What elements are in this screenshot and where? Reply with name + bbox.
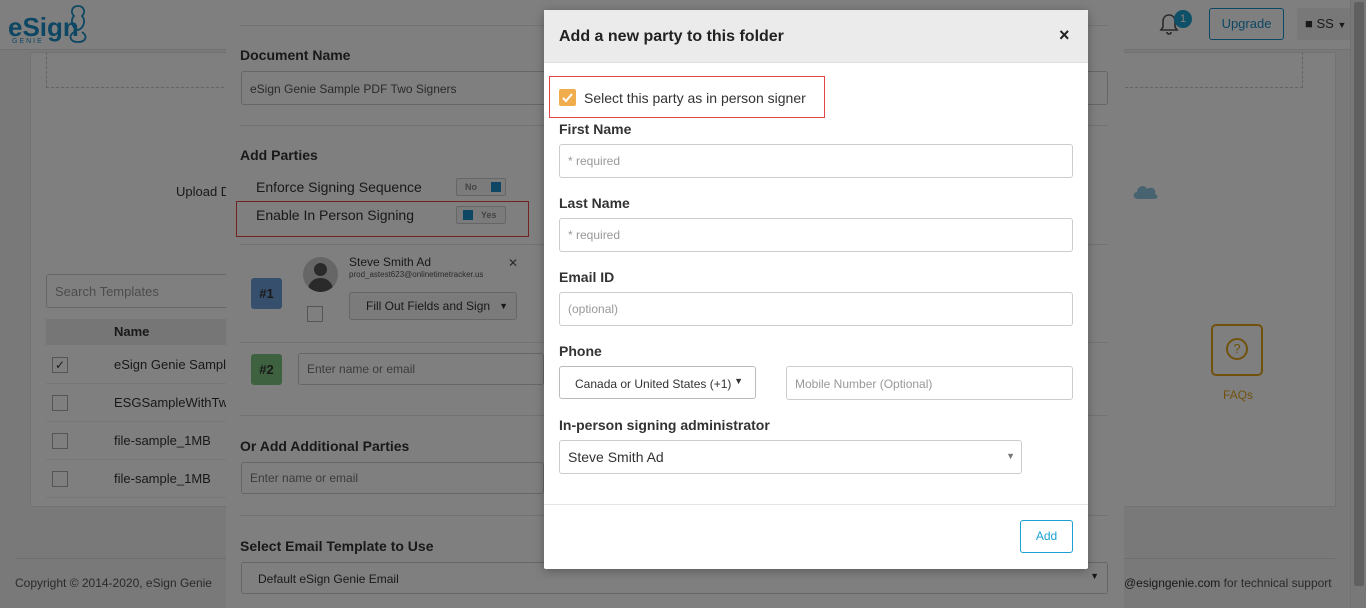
first-name-label: First Name: [559, 121, 632, 137]
admin-select[interactable]: Steve Smith Ad ▼: [559, 440, 1022, 474]
checkmark-icon: [562, 93, 573, 103]
admin-label: In-person signing administrator: [559, 417, 770, 433]
in-person-signer-checkbox[interactable]: [559, 89, 576, 106]
add-button[interactable]: Add: [1020, 520, 1073, 553]
modal-header: Add a new party to this folder ×: [544, 10, 1088, 63]
last-name-field[interactable]: * required: [559, 218, 1073, 252]
close-icon[interactable]: ×: [1059, 25, 1070, 46]
email-field[interactable]: (optional): [559, 292, 1073, 326]
add-party-modal: Add a new party to this folder × Select …: [544, 10, 1088, 569]
mobile-number-field[interactable]: Mobile Number (Optional): [786, 366, 1073, 400]
modal-footer-divider: [544, 504, 1088, 505]
email-label: Email ID: [559, 269, 615, 285]
in-person-signer-label: Select this party as in person signer: [584, 90, 806, 106]
first-name-field[interactable]: * required: [559, 144, 1073, 178]
last-name-label: Last Name: [559, 195, 630, 211]
modal-title: Add a new party to this folder: [559, 28, 784, 45]
chevron-down-icon: ▼: [1006, 451, 1015, 461]
chevron-down-icon: ▼: [734, 376, 743, 386]
phone-label: Phone: [559, 343, 602, 359]
admin-value: Steve Smith Ad: [568, 449, 664, 465]
country-code-dropdown[interactable]: Canada or United States (+1) ▼: [559, 366, 756, 399]
country-code-value: Canada or United States (+1): [575, 377, 732, 391]
